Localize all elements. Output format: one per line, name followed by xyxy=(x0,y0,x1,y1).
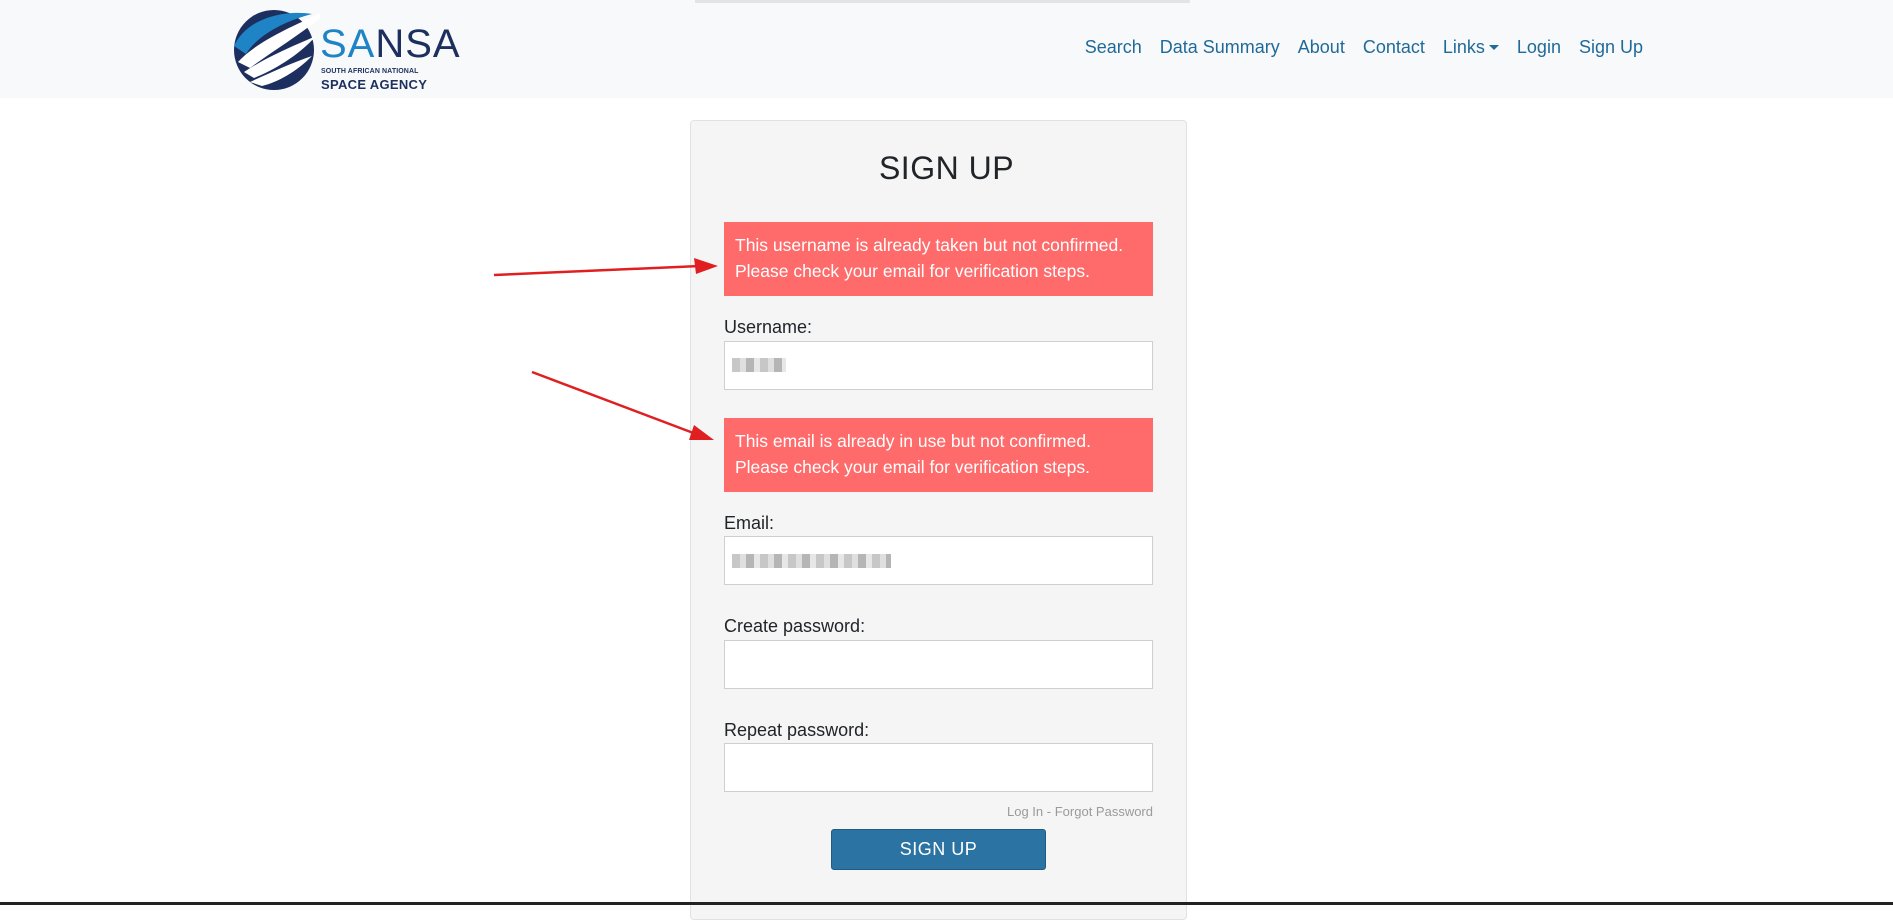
create-password-label: Create password: xyxy=(724,616,866,636)
caret-down-icon xyxy=(1488,45,1499,50)
nav-about-link[interactable]: About xyxy=(1298,37,1345,58)
signup-submit-button[interactable]: SIGN UP xyxy=(831,829,1046,870)
arrow-to-email-error-icon xyxy=(531,370,714,440)
nav-links-label: Links xyxy=(1442,37,1485,57)
logo-wordmark-part2: NSA xyxy=(375,22,461,66)
logo-wordmark-part1: SA xyxy=(320,22,376,66)
email-redacted-value xyxy=(732,554,891,568)
navbar-top-accent xyxy=(695,0,1190,3)
auth-aux-links: Log In - Forgot Password xyxy=(1007,804,1153,819)
username-error-alert: This username is already taken but not c… xyxy=(724,222,1153,296)
arrow-to-username-error-icon xyxy=(493,258,718,277)
create-password-input[interactable] xyxy=(724,640,1153,689)
nav-links-dropdown[interactable]: Links xyxy=(1443,37,1499,58)
username-error-line1: This username is already taken but not c… xyxy=(735,235,1124,255)
email-error-line1: This email is already in use but not con… xyxy=(735,431,1091,451)
aux-links-separator: - xyxy=(1046,804,1052,819)
nav-login-link[interactable]: Login xyxy=(1517,37,1561,58)
email-error-line2: Please check your email for verification… xyxy=(735,457,1091,477)
forgot-password-link[interactable]: Forgot Password xyxy=(1055,804,1153,819)
username-input[interactable] xyxy=(724,341,1153,390)
repeat-password-label: Repeat password: xyxy=(724,720,870,740)
nav-search-link[interactable]: Search xyxy=(1085,37,1142,58)
username-redacted-value xyxy=(732,358,786,372)
email-label: Email: xyxy=(724,513,775,533)
sansa-logo[interactable]: SANSA SOUTH AFRICAN NATIONAL SPACE AGENC… xyxy=(228,6,460,92)
repeat-password-input[interactable] xyxy=(724,743,1153,792)
top-navbar: SANSA SOUTH AFRICAN NATIONAL SPACE AGENC… xyxy=(0,0,1893,98)
nav-signup-link[interactable]: Sign Up xyxy=(1579,37,1643,58)
logo-swoosh-icon xyxy=(234,8,332,90)
username-error-line2: Please check your email for verification… xyxy=(735,261,1091,281)
login-link[interactable]: Log In xyxy=(1007,804,1043,819)
nav-contact-link[interactable]: Contact xyxy=(1363,37,1425,58)
nav-links: Search Data Summary About Contact Links … xyxy=(1067,37,1643,58)
nav-data-summary-link[interactable]: Data Summary xyxy=(1160,37,1280,58)
username-label: Username: xyxy=(724,317,813,337)
email-error-alert: This email is already in use but not con… xyxy=(724,418,1153,492)
page-title: SIGN UP xyxy=(878,150,1015,186)
logo-wordmark: SANSA xyxy=(320,24,461,64)
logo-subtitle-line2: SPACE AGENCY xyxy=(321,77,428,92)
logo-subtitle-line1: SOUTH AFRICAN NATIONAL xyxy=(321,68,419,75)
